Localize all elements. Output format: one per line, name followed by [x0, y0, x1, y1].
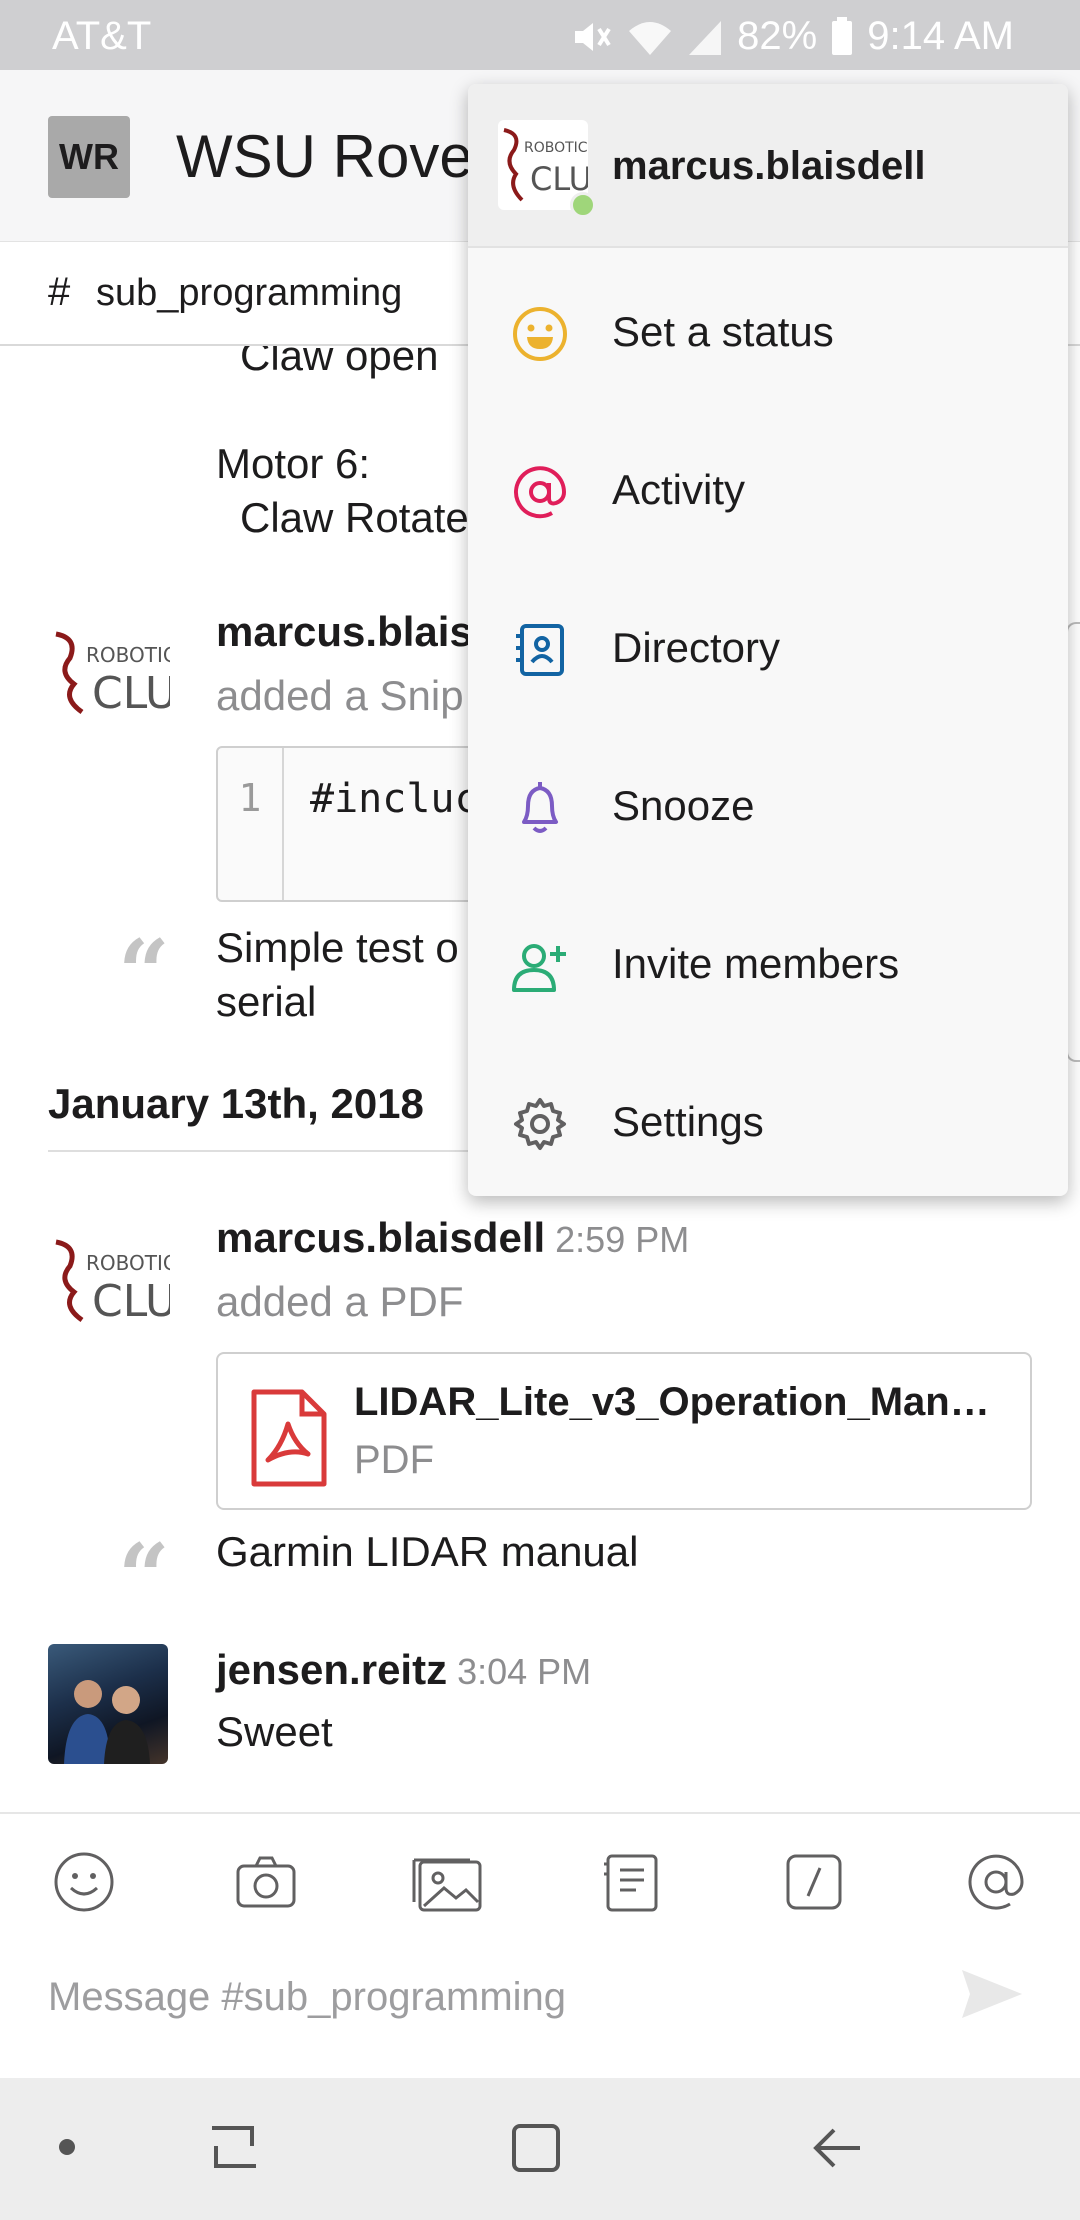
smiley-icon — [510, 304, 570, 364]
menu-item-snooze[interactable]: Snooze — [468, 728, 1068, 886]
nav-dot-icon[interactable] — [56, 2136, 78, 2163]
user-menu: ROBOTICS CLUB marcus.blaisdell Set a sta… — [468, 84, 1068, 1196]
snippet-code: #incluc — [310, 776, 479, 822]
menu-item-label: Settings — [612, 1098, 764, 1145]
message-author[interactable]: marcus.blais — [216, 608, 473, 656]
presence-indicator — [570, 192, 596, 218]
pdf-attachment[interactable]: LIDAR_Lite_v3_Operation_Manual.pdf PDF — [216, 1352, 1032, 1510]
comment-text: serial — [216, 978, 317, 1025]
author-name[interactable]: marcus.blaisdell — [216, 1214, 545, 1261]
carrier-label: AT&T — [52, 14, 152, 58]
workspace-icon[interactable]: WR — [48, 116, 130, 198]
scroll-handle[interactable] — [1066, 622, 1080, 1062]
file-type: PDF — [354, 1438, 434, 1482]
message-action: added a Snip — [216, 672, 464, 719]
system-nav-bar — [0, 2078, 1080, 2220]
channel-name[interactable]: sub_programming — [96, 272, 402, 315]
home-icon[interactable] — [508, 2118, 564, 2183]
emoji-icon[interactable] — [52, 1850, 116, 1914]
hash-icon: # — [48, 270, 71, 314]
svg-text:CLUB: CLUB — [92, 668, 170, 718]
comment-text: Garmin LIDAR manual — [216, 1528, 639, 1575]
message-text: Claw open — [240, 346, 439, 379]
message-composer — [0, 1812, 1080, 2078]
bell-icon — [510, 778, 570, 838]
at-sign-icon — [510, 462, 570, 522]
author-name[interactable]: jensen.reitz — [216, 1646, 447, 1693]
menu-item-settings[interactable]: Settings — [468, 1044, 1068, 1196]
menu-item-set-status[interactable]: Set a status — [468, 254, 1068, 412]
mention-icon[interactable] — [964, 1850, 1028, 1914]
avatar[interactable] — [48, 1644, 168, 1764]
svg-text:ROBOTICS: ROBOTICS — [86, 1251, 170, 1275]
message-text: Sweet — [216, 1708, 333, 1755]
battery-icon — [831, 16, 853, 57]
line-number: 1 — [218, 748, 284, 900]
menu-item-label: Snooze — [612, 782, 755, 829]
menu-item-label: Directory — [612, 624, 781, 671]
menu-username: marcus.blaisdell — [612, 144, 926, 188]
menu-item-invite-members[interactable]: Invite members — [468, 886, 1068, 1044]
workspace-title[interactable]: WSU Rover — [176, 122, 493, 191]
message-time: 2:59 PM — [555, 1219, 690, 1260]
message-text: Motor 6: — [216, 440, 371, 487]
message-author[interactable]: jensen.reitz 3:04 PM — [216, 1646, 591, 1694]
back-icon[interactable] — [810, 2118, 866, 2183]
status-icons: 82% 9:14 AM — [569, 14, 1014, 59]
gear-icon — [510, 1094, 570, 1154]
menu-item-label: Set a status — [612, 308, 834, 355]
message-time: 3:04 PM — [457, 1651, 592, 1692]
pdf-icon — [248, 1388, 328, 1493]
menu-item-label: Invite members — [612, 940, 900, 987]
mute-icon — [569, 17, 613, 57]
message-action: added a PDF — [216, 1278, 464, 1325]
avatar[interactable]: ROBOTICS CLUB — [48, 628, 207, 719]
menu-item-directory[interactable]: Directory — [468, 570, 1068, 728]
camera-icon[interactable] — [234, 1850, 298, 1914]
add-person-icon — [510, 936, 570, 996]
photo-library-icon[interactable] — [410, 1850, 484, 1914]
quote-icon: “ — [118, 920, 170, 1026]
menu-item-activity[interactable]: Activity — [468, 412, 1068, 570]
directory-icon — [510, 620, 570, 680]
message-text: Claw Rotate — [240, 494, 469, 541]
menu-item-label: Activity — [612, 466, 746, 513]
send-icon[interactable] — [960, 1966, 1024, 2027]
message-author[interactable]: marcus.blaisdell 2:59 PM — [216, 1214, 689, 1262]
battery-percent: 82% — [737, 14, 818, 58]
status-bar: AT&T 82% 9:14 AM — [0, 0, 1080, 70]
file-name: LIDAR_Lite_v3_Operation_Manual.pdf — [354, 1380, 1014, 1424]
svg-text:ROBOTICS: ROBOTICS — [86, 643, 170, 667]
signal-icon — [687, 17, 723, 57]
message-input[interactable] — [48, 1962, 928, 2032]
wifi-icon — [627, 17, 673, 57]
recents-icon[interactable] — [206, 2118, 262, 2183]
svg-text:ROBOTICS: ROBOTICS — [524, 140, 588, 156]
date-label: January 13th, 2018 — [48, 1080, 424, 1127]
slash-command-icon[interactable] — [782, 1850, 846, 1914]
files-icon[interactable] — [600, 1850, 664, 1914]
avatar[interactable]: ROBOTICS CLUB — [48, 1236, 207, 1327]
svg-text:CLUB: CLUB — [92, 1276, 170, 1326]
menu-profile[interactable]: ROBOTICS CLUB marcus.blaisdell — [468, 84, 1068, 248]
clock: 9:14 AM — [867, 14, 1014, 58]
comment-text: Simple test o — [216, 924, 459, 971]
quote-icon: “ — [118, 1524, 170, 1630]
